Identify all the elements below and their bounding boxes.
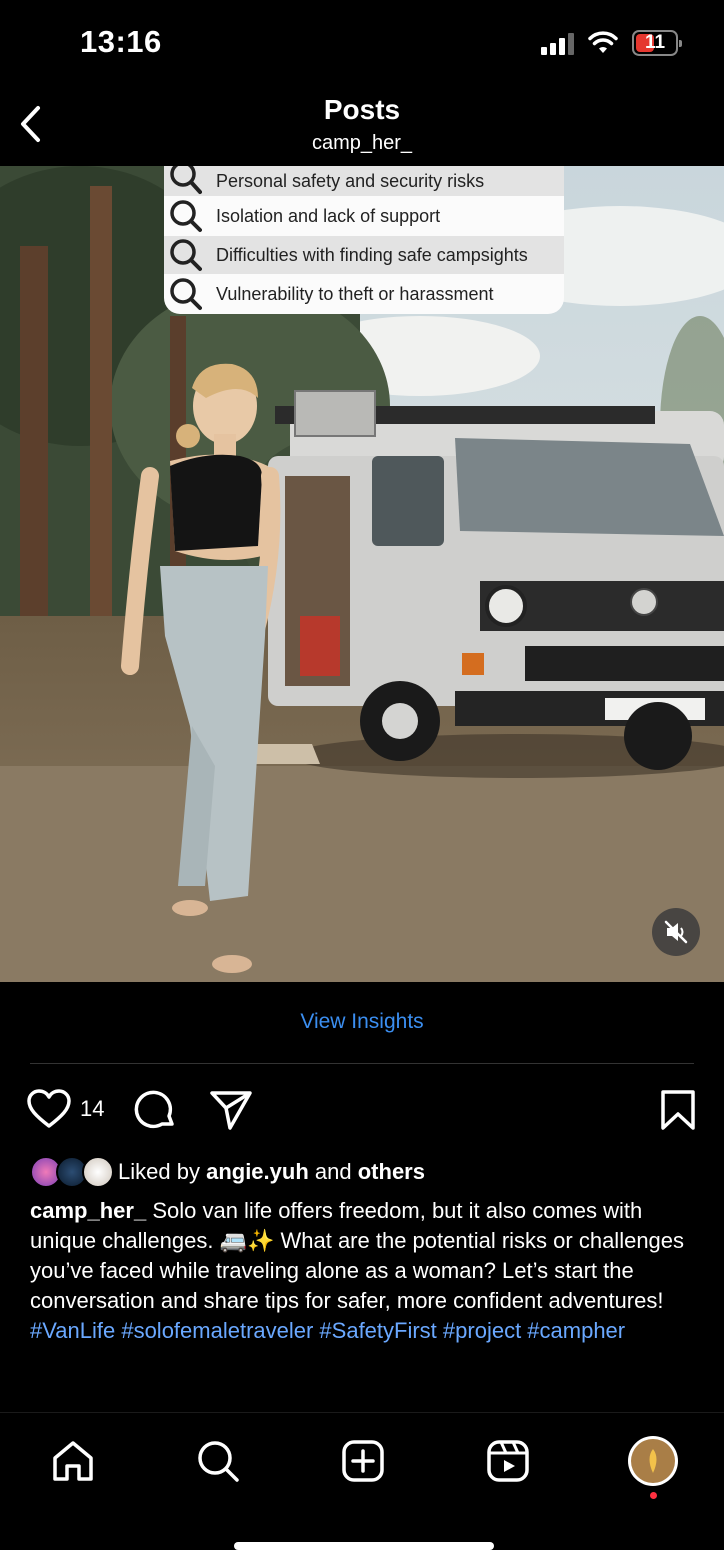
mute-button[interactable] [652, 908, 700, 956]
tab-home[interactable] [49, 1437, 97, 1485]
comment-icon [134, 1090, 174, 1129]
tab-create[interactable] [339, 1437, 387, 1485]
comment-action[interactable] [134, 1088, 178, 1132]
likes-prefix: Liked by [118, 1159, 200, 1184]
send-icon [210, 1091, 252, 1130]
status-bar: 13:16 11 [0, 0, 724, 90]
nav-header: Posts camp_her_ [0, 90, 724, 166]
search-suggestion-text: Isolation and lack of support [216, 205, 441, 226]
search-suggestion-row: Difficulties with finding safe campsight… [164, 236, 564, 274]
post-actions: 14 [26, 1088, 706, 1132]
profile-logo-icon [631, 1439, 675, 1483]
likes-text: Liked by angie.yuh and others [118, 1159, 425, 1185]
notification-dot [650, 1492, 657, 1499]
battery-level: 11 [644, 32, 666, 53]
avatar [82, 1156, 114, 1188]
search-suggestions-overlay: Personal safety and security risks Isola… [164, 166, 564, 314]
page-subtitle-username[interactable]: camp_her_ [0, 132, 724, 155]
view-insights-link[interactable]: View Insights [0, 1010, 724, 1034]
divider [30, 1063, 694, 1064]
status-icons: 11 [541, 30, 682, 56]
search-suggestion-row: Personal safety and security risks [164, 166, 564, 196]
plus-square-icon [342, 1440, 384, 1482]
battery-icon: 11 [632, 30, 682, 56]
share-action[interactable] [208, 1088, 254, 1132]
like-action: 14 [26, 1088, 104, 1130]
caption-hashtags[interactable]: #VanLife #solofemaletraveler #SafetyFirs… [30, 1318, 625, 1343]
tab-search[interactable] [194, 1437, 242, 1485]
search-suggestion-text: Vulnerability to theft or harassment [216, 283, 494, 304]
cellular-signal-icon [541, 31, 574, 55]
page-title: Posts [323, 94, 401, 125]
likes-others[interactable]: others [358, 1159, 425, 1184]
liker-avatars [30, 1156, 114, 1188]
search-icon [170, 239, 202, 271]
tab-profile-avatar[interactable] [628, 1436, 678, 1486]
caption-username[interactable]: camp_her_ [30, 1198, 146, 1223]
search-suggestion-text: Difficulties with finding safe campsight… [216, 244, 528, 265]
status-time: 13:16 [80, 24, 162, 59]
likes-summary[interactable]: Liked by angie.yuh and others [30, 1156, 425, 1188]
save-action[interactable] [658, 1088, 698, 1132]
campfire-icon [649, 1449, 657, 1473]
bookmark-icon [661, 1090, 695, 1130]
likes-and: and [314, 1159, 352, 1184]
tab-reels[interactable] [484, 1437, 532, 1485]
home-indicator [234, 1542, 494, 1550]
wifi-icon [588, 31, 618, 53]
speaker-muted-icon [664, 920, 688, 944]
search-suggestion-row: Vulnerability to theft or harassment [164, 274, 564, 314]
search-icon [198, 1441, 239, 1482]
heart-icon[interactable] [26, 1088, 72, 1130]
like-count[interactable]: 14 [80, 1096, 104, 1122]
search-suggestion-text: Personal safety and security risks [216, 170, 485, 191]
bottom-nav [0, 1412, 724, 1550]
liker-username[interactable]: angie.yuh [206, 1159, 309, 1184]
search-icon [170, 278, 202, 310]
search-suggestion-row: Isolation and lack of support [164, 196, 564, 236]
post-caption: camp_her_ Solo van life offers freedom, … [30, 1196, 694, 1346]
search-icon [170, 200, 202, 232]
search-icon [170, 166, 202, 194]
reels-icon [487, 1440, 529, 1482]
home-icon [53, 1441, 93, 1481]
